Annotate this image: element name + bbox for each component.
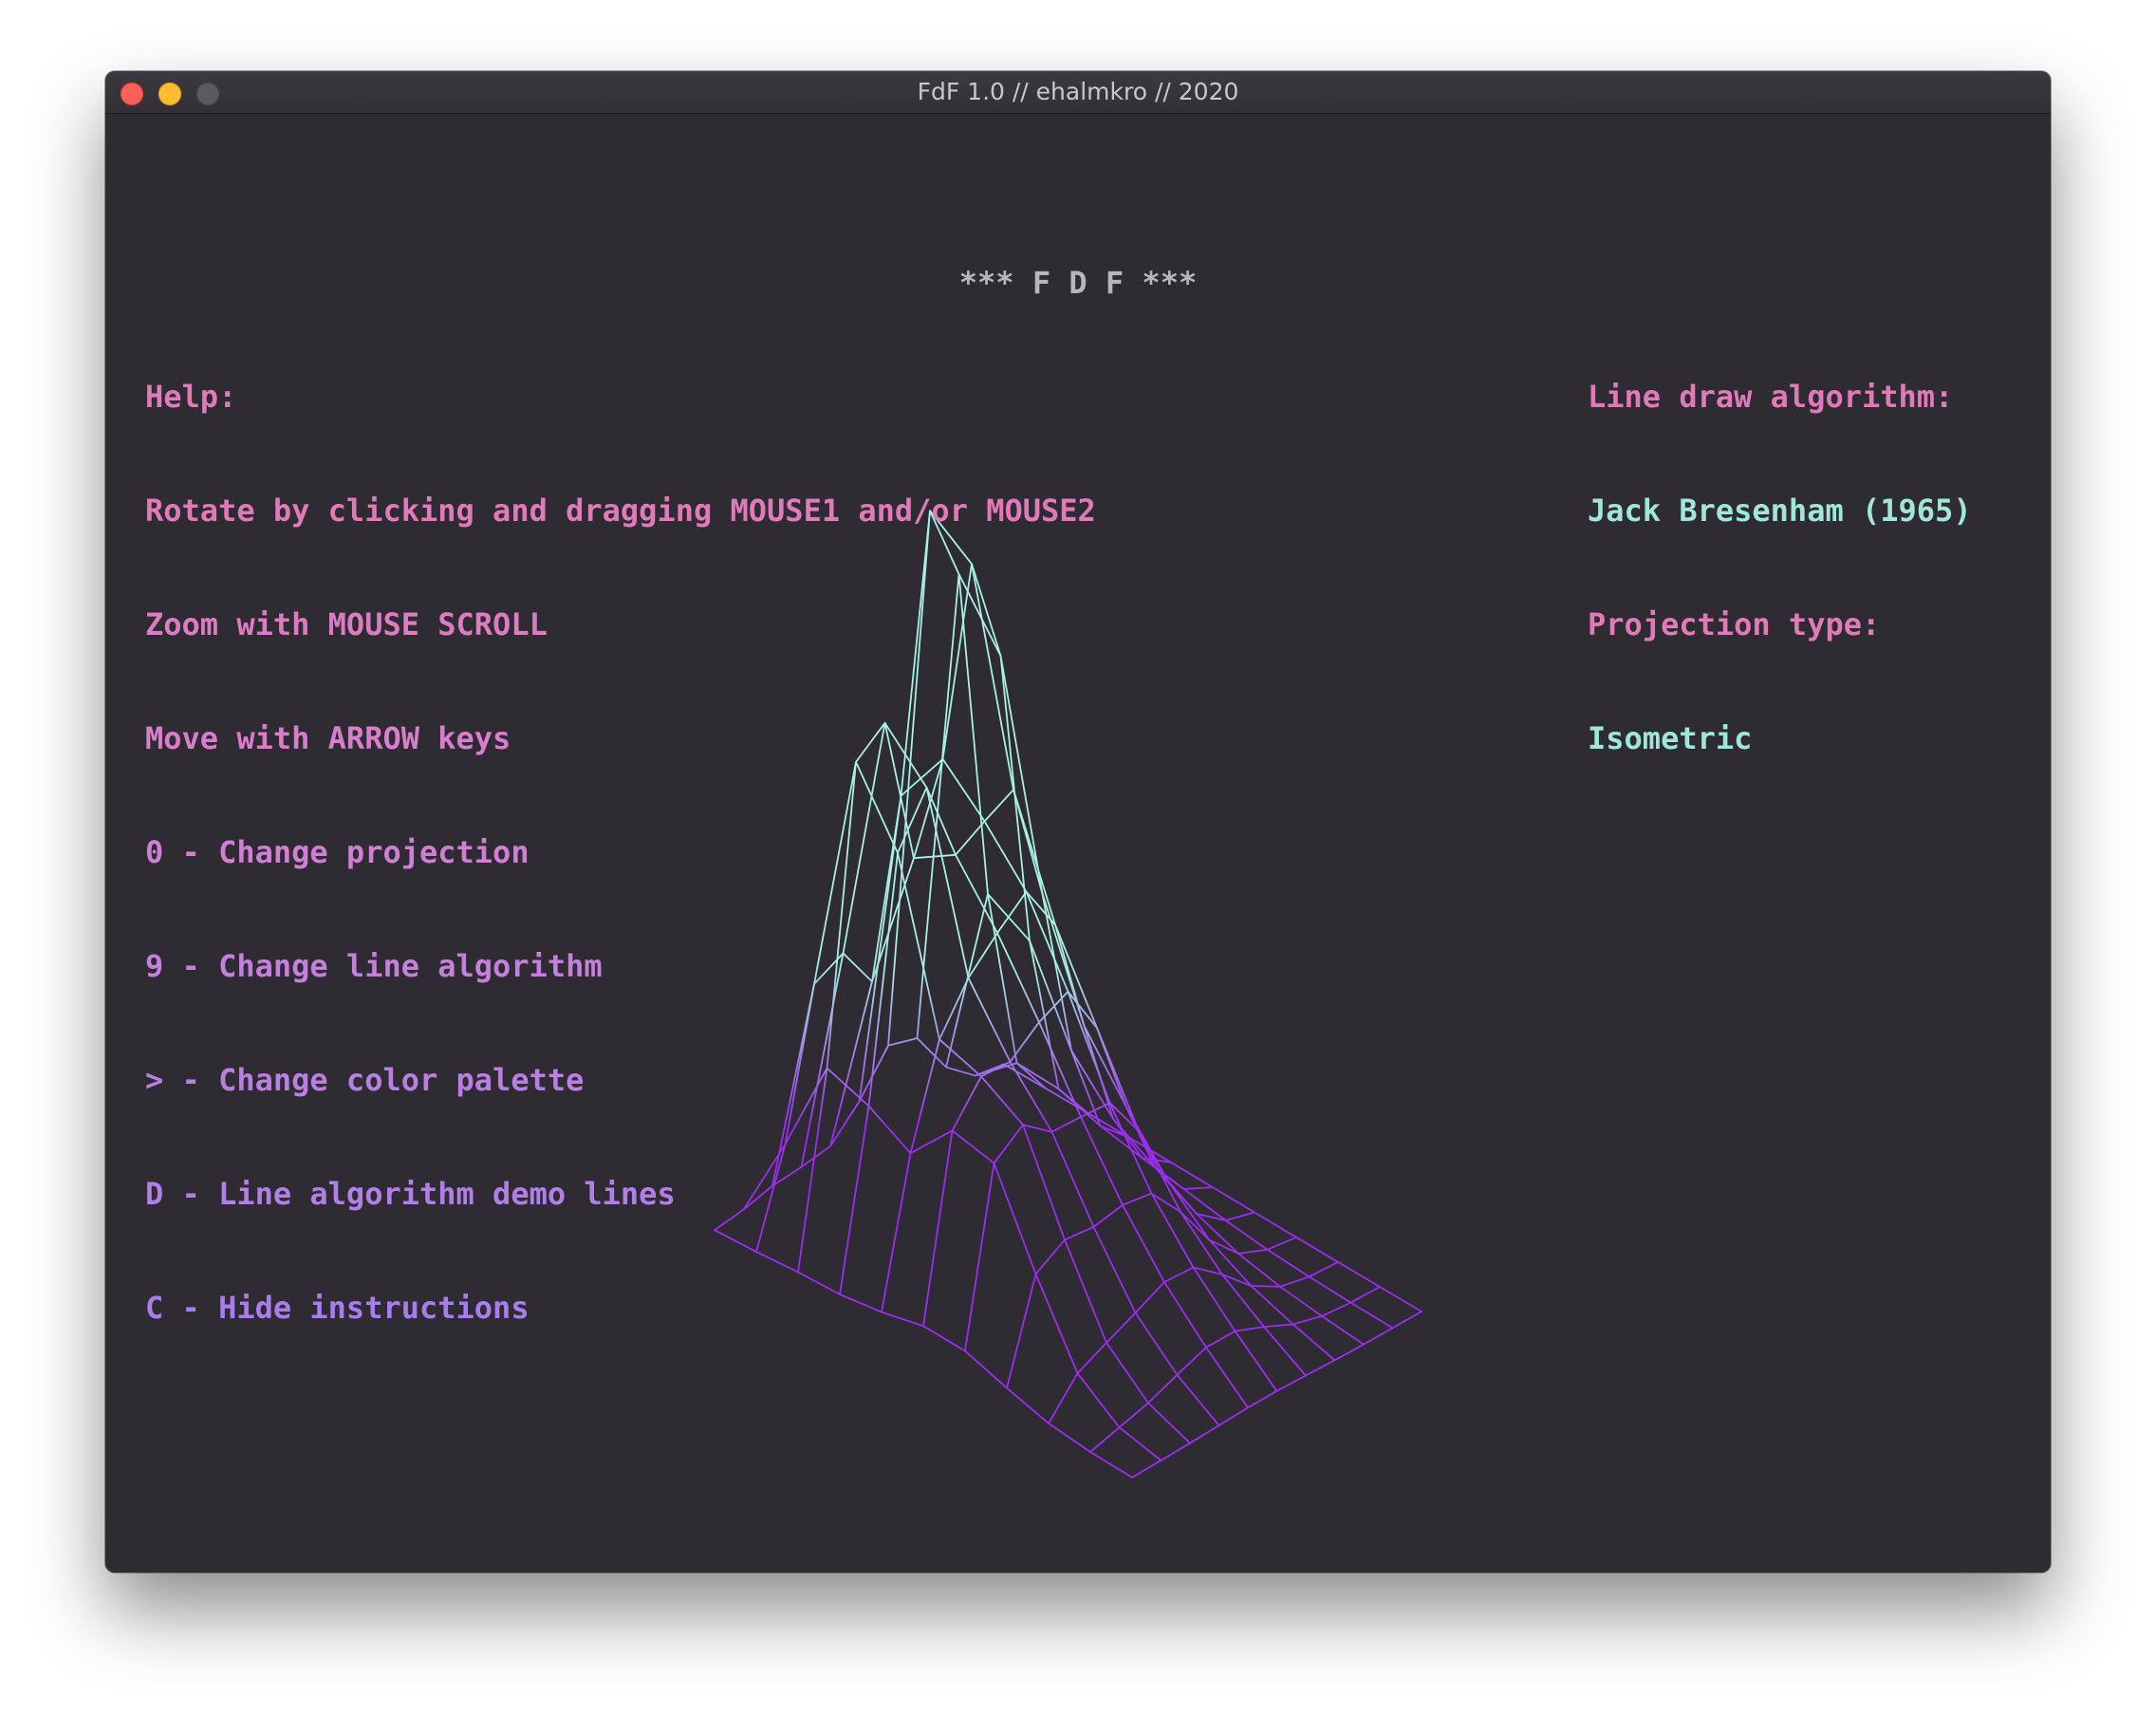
help-line-line-algorithm: 9 - Change line algorithm — [145, 948, 603, 984]
banner-title: *** F D F *** — [958, 265, 1198, 301]
window-title: FdF 1.0 // ehalmkro // 2020 — [917, 78, 1239, 105]
help-line-projection: 0 - Change projection — [145, 834, 530, 870]
status-panel: Line draw algorithm: Jack Bresenham (196… — [1588, 302, 1972, 833]
line-algorithm-label: Line draw algorithm: — [1588, 379, 1954, 415]
desktop: FdF 1.0 // ehalmkro // 2020 *** F D F **… — [0, 0, 2156, 1712]
help-line-rotate: Rotate by clicking and dragging MOUSE1 a… — [145, 493, 1096, 529]
wire-row-line — [1089, 1286, 1381, 1453]
help-line-color-palette: > - Change color palette — [145, 1062, 585, 1098]
help-line-hide-instructions: C - Hide instructions — [145, 1290, 530, 1326]
help-line-move: Move with ARROW keys — [145, 720, 511, 756]
line-algorithm-value: Jack Bresenham (1965) — [1588, 493, 1972, 529]
help-line-demo-lines: D - Line algorithm demo lines — [145, 1176, 676, 1212]
help-heading: Help: — [145, 379, 237, 415]
help-panel: Help: Rotate by clicking and dragging MO… — [145, 302, 1096, 1403]
render-canvas[interactable]: *** F D F *** Help: Rotate by clicking a… — [105, 114, 2051, 1572]
projection-type-label: Projection type: — [1588, 606, 1881, 642]
fdf-window: FdF 1.0 // ehalmkro // 2020 *** F D F **… — [105, 71, 2051, 1572]
help-line-zoom: Zoom with MOUSE SCROLL — [145, 606, 548, 642]
title-bar[interactable]: FdF 1.0 // ehalmkro // 2020 — [105, 71, 2051, 114]
projection-type-value: Isometric — [1588, 720, 1753, 756]
wire-row-line — [1131, 1311, 1422, 1479]
